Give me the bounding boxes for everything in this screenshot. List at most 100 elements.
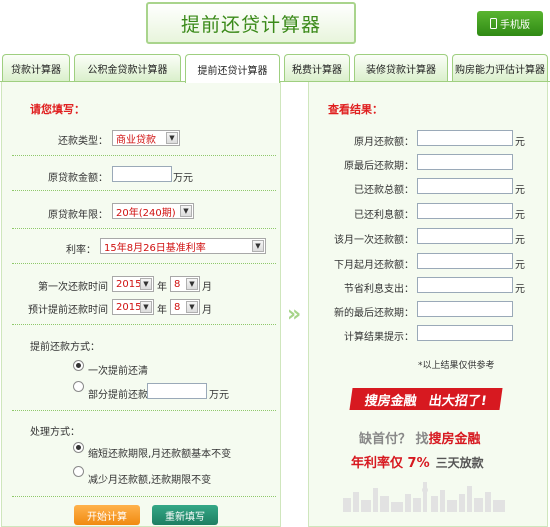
start-calculation-button[interactable]: 开始计算 — [74, 505, 140, 525]
result-unit: 元 — [515, 284, 525, 295]
prepay-all-radio[interactable] — [73, 360, 84, 371]
prepay-part-radio[interactable] — [73, 381, 84, 392]
divider — [12, 190, 276, 191]
prepayment-year-value: 2015 — [116, 301, 142, 313]
result-label: 计算结果提示： — [344, 332, 414, 343]
tab-affordability-calculator[interactable]: 购房能力评估计算器 — [452, 54, 548, 82]
result-label: 已还利息额： — [354, 210, 414, 221]
month-unit: 月 — [202, 305, 212, 316]
tab-decoration-loan-calculator[interactable]: 装修贷款计算器 — [354, 54, 448, 82]
divider — [12, 410, 276, 411]
rate-label: 利率： — [66, 245, 96, 256]
prepayment-month-select[interactable]: 8 ▼ — [170, 299, 200, 315]
month-unit: 月 — [202, 282, 212, 293]
ad-banner-slogan: 出大招了! — [427, 393, 488, 409]
tab-loan-calculator[interactable]: 贷款计算器 — [2, 54, 70, 82]
loan-type-label: 还款类型： — [58, 136, 108, 147]
input-section-title: 请您填写： — [30, 103, 85, 116]
ad-fast-loan: 三天放款 — [435, 456, 484, 470]
next-monthly-payment-field[interactable] — [417, 253, 513, 269]
tab-label: 购房能力评估计算器 — [455, 65, 545, 76]
arrow-right-icon: » — [287, 302, 302, 327]
prepay-all-label: 一次提前还清 — [88, 366, 148, 377]
tab-label: 贷款计算器 — [11, 65, 61, 76]
loan-type-select[interactable]: 商业贷款 ▼ — [112, 130, 180, 146]
result-label: 新的最后还款期： — [334, 308, 414, 319]
first-payment-year-select[interactable]: 2015 ▼ — [112, 276, 154, 292]
result-label: 下月起月还款额： — [334, 260, 414, 271]
tab-tax-calculator[interactable]: 税费计算器 — [284, 54, 350, 82]
loan-amount-input[interactable] — [112, 166, 172, 182]
interest-paid-field[interactable] — [417, 203, 513, 219]
reduce-payment-label: 减少月还款额,还款期限不变 — [88, 475, 212, 486]
year-unit: 年 — [157, 282, 167, 293]
tab-provident-fund-calculator[interactable]: 公积金贷款计算器 — [74, 54, 181, 82]
prepayment-month-value: 8 — [174, 301, 181, 313]
mobile-version-button[interactable]: 手机版 — [477, 11, 543, 36]
prepayment-time-label: 预计提前还款时间 — [28, 305, 108, 316]
prepay-method-label: 提前还款方式： — [30, 342, 100, 353]
loan-amount-unit: 万元 — [173, 173, 193, 184]
tab-label: 提前还贷计算器 — [197, 65, 268, 77]
loan-amount-label: 原贷款金额： — [48, 173, 108, 184]
ad-banner: 搜房金融 出大招了! — [349, 388, 503, 410]
result-label: 原最后还款期： — [344, 161, 414, 172]
chevron-down-icon: ▼ — [140, 278, 152, 290]
result-label: 已还款总额： — [354, 185, 414, 196]
ad-headline: 缺首付？ 找搜房金融 — [359, 428, 481, 447]
page-title-box: 提前还贷计算器 — [146, 2, 356, 44]
result-label: 节省利息支出： — [344, 284, 414, 295]
original-monthly-payment-field[interactable] — [417, 130, 513, 146]
result-hint-field[interactable] — [417, 325, 513, 341]
ad-banner-brand: 搜房金融 — [363, 393, 418, 409]
original-last-payment-field[interactable] — [417, 154, 513, 170]
reset-form-button[interactable]: 重新填写 — [152, 505, 218, 525]
prepay-part-label: 部分提前还款 — [88, 390, 148, 401]
new-last-payment-field[interactable] — [417, 301, 513, 317]
divider — [12, 228, 276, 229]
result-label: 该月一次还款额： — [334, 235, 414, 246]
divider — [12, 496, 276, 497]
result-label: 原月还款额： — [354, 137, 414, 148]
total-paid-field[interactable] — [417, 178, 513, 194]
prepay-part-input[interactable] — [147, 383, 207, 399]
result-unit: 元 — [515, 235, 525, 246]
first-payment-year-value: 2015 — [116, 278, 142, 290]
loan-term-label: 原贷款年限： — [48, 210, 108, 221]
result-unit: 元 — [515, 210, 525, 221]
tab-label: 税费计算器 — [292, 65, 342, 76]
finance-advertisement[interactable]: 搜房金融 出大招了! 缺首付？ 找搜房金融 年利率仅 7% 三天放款 — [339, 380, 511, 512]
result-unit: 元 — [515, 260, 525, 271]
chevron-down-icon: ▼ — [180, 205, 192, 217]
ad-rate: 年利率仅 7% — [351, 456, 430, 471]
ad-rate-line: 年利率仅 7% 三天放款 — [351, 452, 484, 471]
divider — [12, 324, 276, 325]
handle-method-label: 处理方式： — [30, 427, 80, 438]
divider — [12, 155, 276, 156]
mobile-version-label: 手机版 — [500, 20, 530, 31]
loan-type-value: 商业贷款 — [116, 134, 156, 146]
shorten-term-radio[interactable] — [73, 442, 84, 453]
loan-term-value: 20年(240期) — [116, 207, 176, 219]
chevron-down-icon: ▼ — [166, 132, 178, 144]
prepayment-year-select[interactable]: 2015 ▼ — [112, 299, 154, 315]
first-payment-month-select[interactable]: 8 ▼ — [170, 276, 200, 292]
chevron-down-icon: ▼ — [252, 240, 264, 252]
tab-prepayment-calculator[interactable]: 提前还贷计算器 — [185, 54, 280, 83]
rate-value: 15年8月26日基准利率 — [104, 242, 206, 254]
reduce-payment-radio[interactable] — [73, 466, 84, 477]
city-skyline-image — [343, 482, 505, 512]
tab-label: 装修贷款计算器 — [366, 65, 436, 76]
interest-saved-field[interactable] — [417, 277, 513, 293]
ad-headline-brand: 搜房金融 — [428, 432, 481, 447]
lump-sum-payment-field[interactable] — [417, 228, 513, 244]
loan-term-select[interactable]: 20年(240期) ▼ — [112, 203, 194, 219]
page-title: 提前还贷计算器 — [180, 13, 321, 36]
tab-label: 公积金贷款计算器 — [87, 65, 168, 76]
prepay-part-unit: 万元 — [209, 390, 229, 401]
rate-select[interactable]: 15年8月26日基准利率 ▼ — [100, 238, 266, 254]
ad-headline-question: 缺首付？ 找 — [359, 432, 429, 447]
divider — [12, 263, 276, 264]
year-unit: 年 — [157, 305, 167, 316]
result-unit: 元 — [515, 185, 525, 196]
